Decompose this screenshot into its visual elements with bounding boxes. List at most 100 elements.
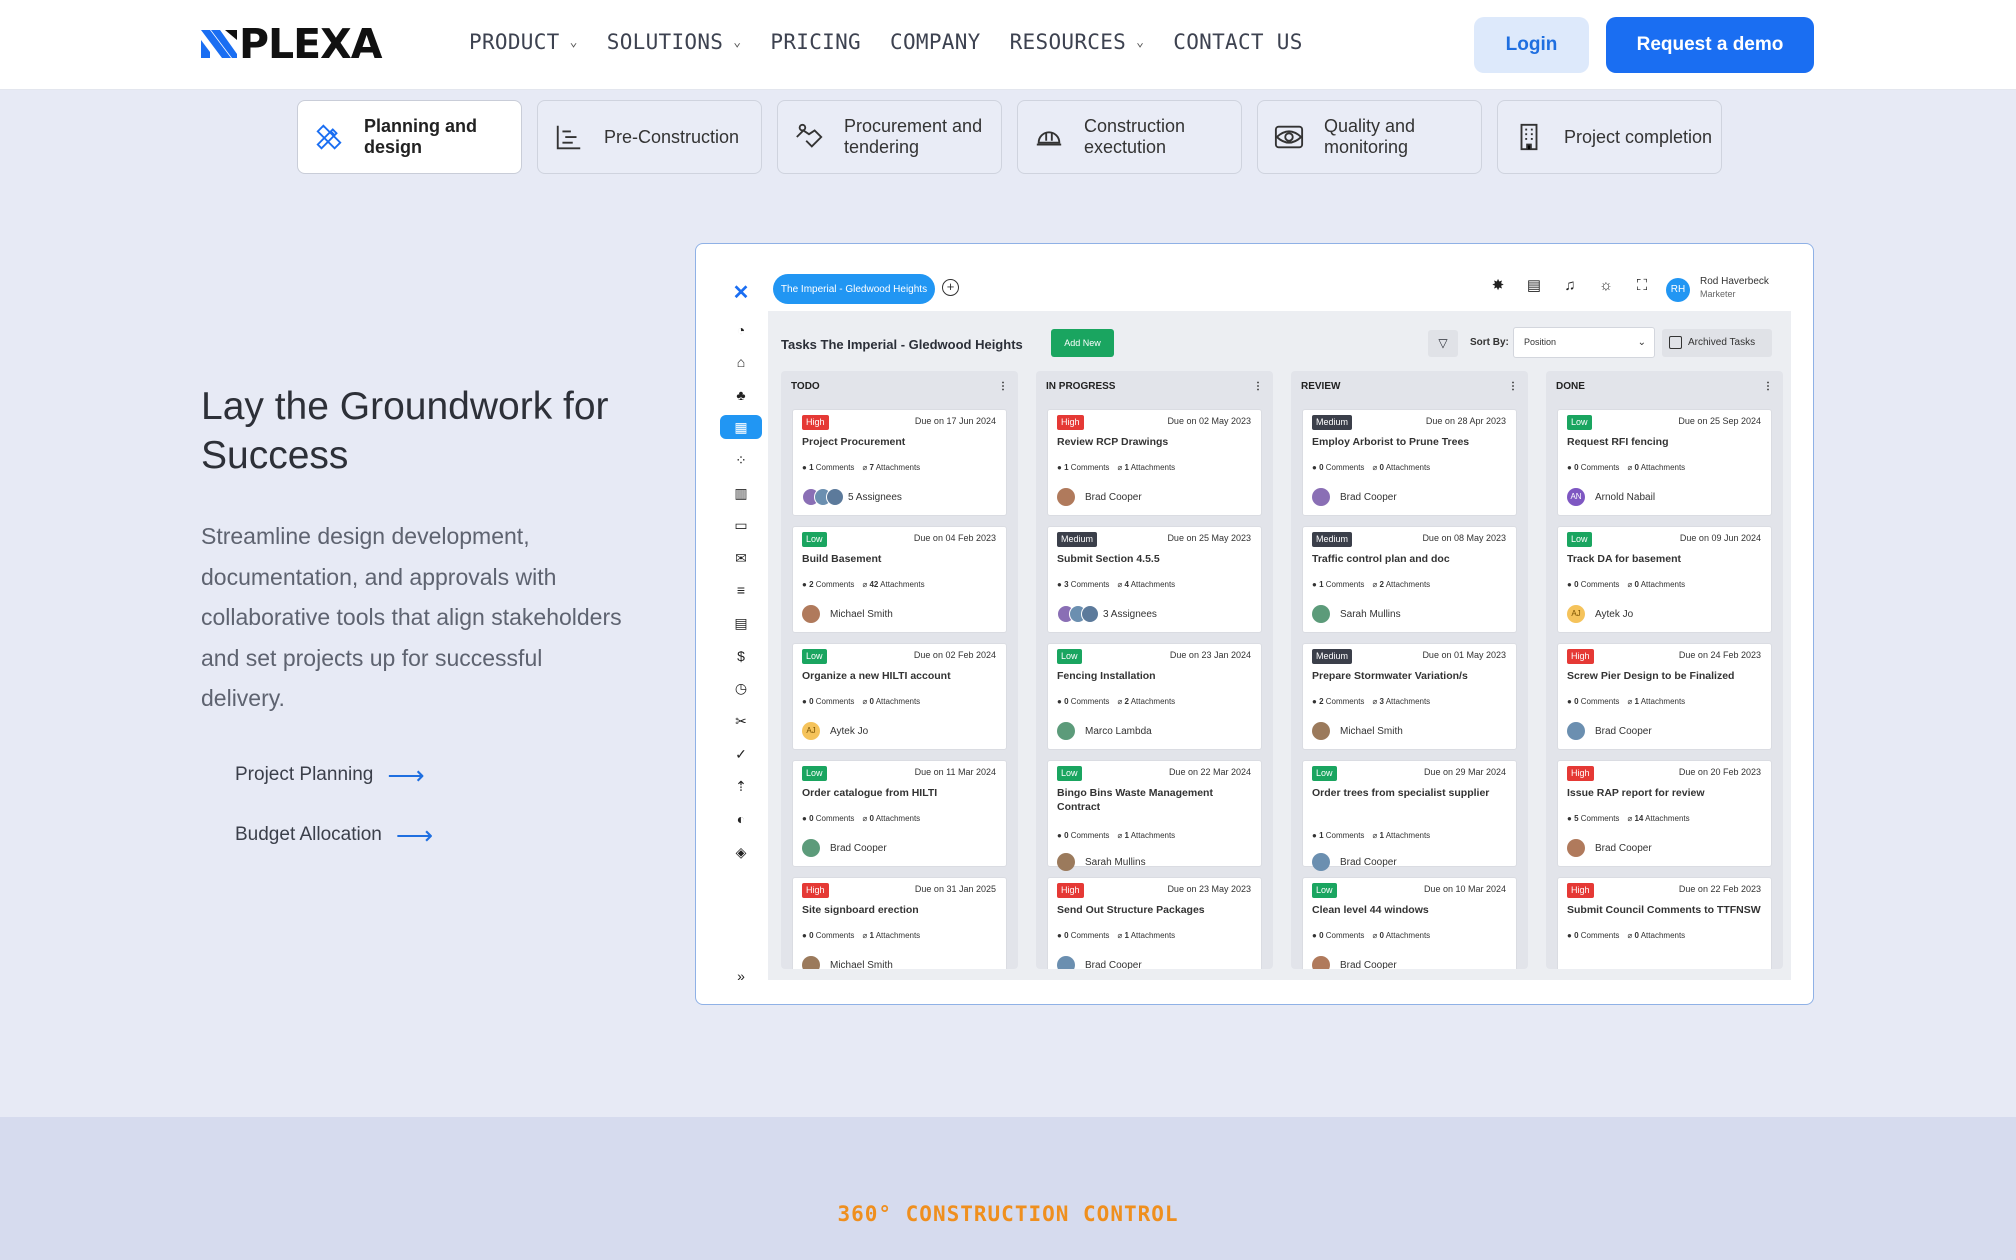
task-card[interactable]: Low Due on 04 Feb 2023 Build Basement ● 2 C…	[792, 526, 1007, 633]
priority-badge: High	[802, 883, 829, 898]
login-button[interactable]: Login	[1474, 17, 1589, 73]
bell-icon[interactable]: ♫	[1558, 277, 1582, 294]
nav-contact-us[interactable]: CONTACT US	[1173, 30, 1302, 54]
mail-icon[interactable]: ✉	[720, 546, 762, 570]
pie-chart-icon[interactable]: ◔	[720, 318, 762, 342]
task-card[interactable]: High Due on 31 Jan 2025 Site signboard ere…	[792, 877, 1007, 969]
nav-solutions[interactable]: SOLUTIONS ⌄	[607, 30, 742, 54]
sort-select[interactable]: Position ⌄	[1513, 327, 1655, 358]
phase-tab-6[interactable]: Project completion	[1497, 100, 1722, 174]
inbox-icon[interactable]: ⌂	[720, 350, 762, 374]
user-avatar[interactable]: RH	[1666, 278, 1690, 302]
mascot-icon[interactable]: ✸	[1486, 276, 1510, 294]
task-card[interactable]: Medium Due on 01 May 2023 Prepare Stormwat…	[1302, 643, 1517, 750]
fullscreen-icon[interactable]: ⛶	[1630, 277, 1654, 294]
filter-icon[interactable]: ▽	[1428, 330, 1458, 357]
task-card[interactable]: Low Due on 29 Mar 2024 Order trees from sp…	[1302, 760, 1517, 871]
collapse-icon[interactable]: »	[720, 964, 762, 988]
task-title: Send Out Structure Packages	[1057, 904, 1205, 916]
team-icon[interactable]: ♣	[720, 383, 762, 407]
project-planning-link[interactable]: Project Planning ⟶	[235, 762, 425, 788]
add-project-icon[interactable]: +	[942, 279, 959, 296]
sun-icon[interactable]: ☼	[1594, 277, 1618, 294]
avatar: AN	[1567, 488, 1585, 506]
phase-tab-5[interactable]: Quality and monitoring	[1257, 100, 1482, 174]
task-card[interactable]: Low Due on 11 Mar 2024 Order catalogue fro…	[792, 760, 1007, 867]
priority-badge: Low	[1057, 766, 1082, 781]
task-card[interactable]: Medium Due on 28 Apr 2023 Employ Arborist …	[1302, 409, 1517, 516]
task-card[interactable]: Low Due on 09 Jun 2024 Track DA for baseme…	[1557, 526, 1772, 633]
phase-tab-1[interactable]: Planning and design	[297, 100, 522, 174]
assignee: Brad Cooper	[1312, 853, 1397, 871]
request-demo-button[interactable]: Request a demo	[1606, 17, 1814, 73]
archive-icon	[1669, 336, 1682, 349]
clock-icon[interactable]: ◷	[720, 676, 762, 700]
plexa-logo[interactable]: PLEXA	[201, 24, 383, 65]
comments-count: ● 0 Comments	[802, 931, 855, 940]
calculator-icon[interactable]: ▤	[720, 611, 762, 635]
nav-pricing[interactable]: PRICING	[770, 30, 861, 54]
task-card[interactable]: Low Due on 22 Mar 2024 Bingo Bins Waste Ma…	[1047, 760, 1262, 871]
task-card[interactable]: High Due on 24 Feb 2023 Screw Pier Design …	[1557, 643, 1772, 750]
budget-allocation-link[interactable]: Budget Allocation ⟶	[235, 822, 433, 848]
task-title: Site signboard erection	[802, 904, 919, 916]
task-title: Traffic control plan and doc	[1312, 553, 1450, 565]
tree-icon[interactable]: ≡	[720, 578, 762, 602]
priority-badge: Low	[1312, 883, 1337, 898]
task-card[interactable]: Medium Due on 08 May 2023 Traffic control …	[1302, 526, 1517, 633]
more-vertical-icon[interactable]: ⋮	[998, 381, 1008, 392]
user-role: Marketer	[1700, 289, 1736, 299]
link-label: Budget Allocation	[235, 824, 382, 845]
column-review: REVIEW ⋮ Medium Due on 28 Apr 2023 Employ Ar…	[1291, 371, 1528, 969]
task-card[interactable]: High Due on 02 May 2023 Review RCP Drawing…	[1047, 409, 1262, 516]
phase-tab-4[interactable]: Construction exectution	[1017, 100, 1242, 174]
phase-label: Planning and design	[364, 116, 478, 157]
chevron-down-icon: ⌄	[733, 34, 742, 50]
more-vertical-icon[interactable]: ⋮	[1763, 381, 1773, 392]
task-card[interactable]: Low Due on 02 Feb 2024 Organize a new HILT…	[792, 643, 1007, 750]
more-vertical-icon[interactable]: ⋮	[1253, 381, 1263, 392]
task-card[interactable]: Low Due on 25 Sep 2024 Request RFI fencing…	[1557, 409, 1772, 516]
due-date: Due on 04 Feb 2023	[913, 533, 996, 543]
more-vertical-icon[interactable]: ⋮	[1508, 381, 1518, 392]
nav-resources[interactable]: RESOURCES ⌄	[1010, 30, 1145, 54]
phase-tab-3[interactable]: Procurement and tendering	[777, 100, 1002, 174]
phase-tab-2[interactable]: Pre-Construction	[537, 100, 762, 174]
archived-tasks-button[interactable]: Archived Tasks	[1662, 329, 1772, 357]
add-new-button[interactable]: Add New	[1051, 329, 1114, 357]
assignee: Sarah Mullins	[1312, 605, 1401, 623]
avatar: AJ	[1567, 605, 1585, 623]
column-in-progress: IN PROGRESS ⋮ High Due on 02 May 2023 Review…	[1036, 371, 1273, 969]
tools-icon[interactable]: ✂	[720, 709, 762, 733]
map-icon[interactable]: ▥	[720, 481, 762, 505]
assignee: 3 Assignees	[1057, 605, 1157, 623]
task-card[interactable]: High Due on 23 May 2023 Send Out Structure…	[1047, 877, 1262, 969]
due-date: Due on 20 Feb 2023	[1678, 767, 1761, 777]
folder-icon[interactable]: ▭	[720, 513, 762, 537]
task-card[interactable]: Low Due on 10 Mar 2024 Clean level 44 wind…	[1302, 877, 1517, 969]
assignee: Brad Cooper	[1057, 956, 1142, 969]
priority-badge: Low	[1312, 766, 1337, 781]
kanban-icon[interactable]: ▦	[720, 415, 762, 439]
shield-icon[interactable]: ◐	[720, 807, 762, 831]
assignee-name: Aytek Jo	[830, 725, 869, 737]
task-title: Screw Pier Design to be Finalized	[1567, 670, 1735, 682]
task-card[interactable]: Medium Due on 25 May 2023 Submit Section 4…	[1047, 526, 1262, 633]
due-date: Due on 11 Mar 2024	[914, 767, 996, 777]
check-icon[interactable]: ✓	[720, 742, 762, 766]
nav-product[interactable]: PRODUCT ⌄	[469, 30, 578, 54]
due-date: Due on 29 Mar 2024	[1423, 767, 1506, 777]
task-card[interactable]: Low Due on 23 Jan 2024 Fencing Installatio…	[1047, 643, 1262, 750]
task-card[interactable]: High Due on 22 Feb 2023 Submit Council Com…	[1557, 877, 1772, 969]
dollar-icon[interactable]: $	[720, 644, 762, 668]
task-card[interactable]: High Due on 17 Jun 2024 Project Procuremen…	[792, 409, 1007, 516]
assignee-name: Brad Cooper	[1085, 491, 1142, 503]
nav-company[interactable]: COMPANY	[890, 30, 981, 54]
layers-icon[interactable]: ◈	[720, 840, 762, 864]
plexa-mark-icon[interactable]: ✕	[720, 280, 762, 304]
project-selector[interactable]: The Imperial - Gledwood Heights	[773, 274, 935, 304]
arrow-up-icon[interactable]: ⇡	[720, 774, 762, 798]
nodes-icon[interactable]: ⁘	[720, 448, 762, 472]
pdf-icon[interactable]: ▤	[1522, 276, 1546, 294]
task-card[interactable]: High Due on 20 Feb 2023 Issue RAP report f…	[1557, 760, 1772, 867]
